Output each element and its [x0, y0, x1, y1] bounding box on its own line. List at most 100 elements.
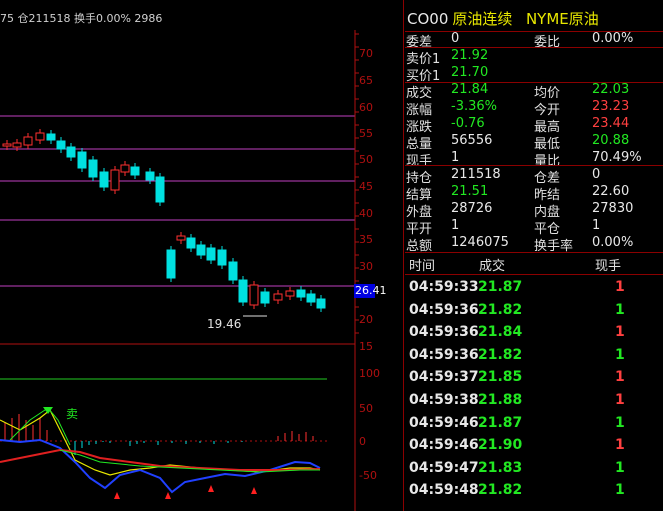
candle-body [155, 176, 165, 203]
quote-value: 1 [451, 218, 460, 233]
trade-row: 04:59:37 21.85 1 [405, 369, 663, 391]
trade-time: 04:59:36 [409, 301, 479, 318]
candle-body [176, 235, 186, 241]
trade-price: 21.85 [478, 369, 523, 386]
candle-body [186, 237, 196, 249]
trade-volume: 1 [615, 324, 625, 341]
buy-signal-icon [114, 492, 120, 499]
quote-value: 22.60 [592, 184, 630, 199]
price-axis-label: 65 [359, 74, 373, 87]
separator [405, 82, 663, 83]
candle-body [196, 244, 206, 256]
quote-value: 23.23 [592, 99, 630, 114]
trade-row: 04:59:48 21.82 1 [405, 482, 663, 504]
trade-row: 04:59:47 21.83 1 [405, 460, 663, 482]
separator [405, 274, 663, 275]
quote-value: 1246075 [451, 235, 509, 250]
quote-value: 56556 [451, 133, 493, 148]
trade-volume: 1 [615, 301, 625, 318]
quote-value: 21.84 [451, 82, 489, 97]
trade-row: 04:59:33 21.87 1 [405, 279, 663, 301]
trade-price: 21.87 [478, 279, 523, 295]
candle-body [145, 171, 155, 181]
trades-header-time: 时间 [409, 259, 436, 274]
indicator-axis-label: -50 [359, 469, 377, 482]
trade-volume: 1 [615, 459, 625, 476]
price-axis-label: 70 [359, 47, 373, 60]
candle-body [56, 140, 66, 150]
kline-chart[interactable] [0, 0, 403, 511]
quote-value: 28726 [451, 201, 493, 216]
trade-time: 04:59:46 [409, 437, 479, 454]
trade-time: 04:59:37 [409, 369, 479, 386]
candle-body [260, 291, 270, 304]
trade-row: 04:59:46 21.90 1 [405, 437, 663, 459]
candle-body [217, 249, 227, 266]
price-axis-label: 15 [359, 340, 373, 353]
candle-body [66, 146, 76, 158]
candle-body [228, 261, 238, 281]
chart-area[interactable]: 75 仓211518 换手0.00% 2986 70 65 60 55 50 4… [0, 0, 403, 511]
quote-value: -0.76 [451, 116, 485, 131]
candle-body [296, 289, 306, 298]
quote-row: 平开 1 平仓 1 [405, 218, 663, 237]
indicator-axis-label: 0 [359, 435, 366, 448]
candle-body [99, 171, 109, 188]
candle-body [35, 132, 45, 141]
trade-volume: 1 [615, 437, 625, 454]
quote-value: 27830 [592, 201, 634, 216]
instrument-title[interactable]: CO00 原油连续 NYME原油 [407, 8, 599, 29]
candle-body [77, 151, 87, 169]
quote-row: 买价1 21.70 [405, 65, 663, 84]
price-axis-label: 55 [359, 127, 373, 140]
candle-body [238, 279, 248, 303]
candle-body [316, 298, 326, 309]
quote-row: 涨幅 -3.36% 今开 23.23 [405, 99, 663, 118]
quote-value: 23.44 [592, 116, 630, 131]
panel-divider [403, 0, 404, 511]
price-axis-label: 40 [359, 207, 373, 220]
low-price-annotation: 19.46 [207, 317, 242, 331]
quote-value: 0.00% [592, 31, 634, 46]
trade-time: 04:59:36 [409, 324, 479, 341]
trade-volume: 1 [615, 279, 625, 295]
quote-row: 涨跌 -0.76 最高 23.44 [405, 116, 663, 135]
trade-volume: 1 [615, 392, 625, 408]
price-axis-label: 50 [359, 153, 373, 166]
quote-value: 211518 [451, 167, 501, 182]
quote-value: 21.51 [451, 184, 489, 199]
candle-body [23, 136, 33, 146]
quote-row: 结算 21.51 昨结 22.60 [405, 184, 663, 203]
indicator-axis-label: 100 [359, 367, 380, 380]
price-axis-label: 20 [359, 313, 373, 326]
price-axis-label: 60 [359, 101, 373, 114]
instrument-name: 原油连续 [452, 10, 513, 28]
quote-panel: CO00 原油连续 NYME原油 委差 0 委比 0.00% 卖价1 21.92 买价1 21.… [405, 0, 663, 511]
candle-body [88, 159, 98, 178]
candle-body [12, 142, 22, 148]
trade-price: 21.83 [478, 459, 523, 476]
price-axis-label: 35 [359, 233, 373, 246]
trade-volume: 1 [615, 414, 625, 431]
trade-row: 04:59:46 21.87 1 [405, 415, 663, 437]
candle-body [306, 293, 316, 303]
trade-price: 21.82 [478, 482, 523, 499]
quote-row: 总量 56556 最低 20.88 [405, 133, 663, 152]
quote-row: 持仓 211518 仓差 0 [405, 167, 663, 186]
quote-value: -3.36% [451, 99, 497, 114]
quote-value: 1 [451, 150, 460, 165]
quote-value: 0 [592, 167, 601, 182]
candle-body [249, 284, 259, 306]
trade-price: 21.82 [478, 301, 523, 318]
buy-signal-icon [251, 487, 257, 494]
trade-time: 04:59:38 [409, 392, 479, 408]
candle-body [273, 293, 283, 301]
trade-volume: 1 [615, 346, 625, 363]
candle-body [130, 166, 140, 176]
candle-body [166, 249, 176, 279]
quote-value: 1 [592, 218, 601, 233]
price-axis-label: 45 [359, 180, 373, 193]
quote-value: 70.49% [592, 150, 642, 165]
quote-value: 0 [451, 31, 460, 46]
trade-time: 04:59:48 [409, 482, 479, 499]
